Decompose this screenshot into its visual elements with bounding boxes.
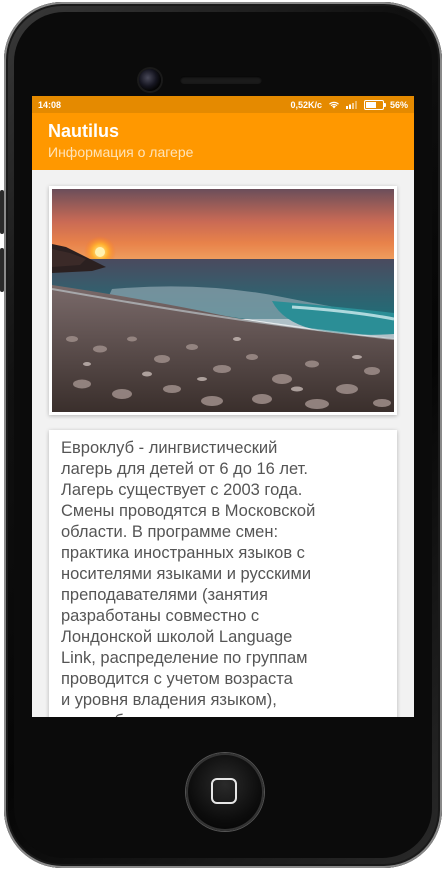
phone-screen: 14:08 0,52K/c 56% Nautilus Информация о … xyxy=(32,96,414,717)
status-icons: 0,52K/c 56% xyxy=(290,99,408,110)
home-square-icon xyxy=(211,778,237,804)
camp-description: Евроклуб - лингвистический лагерь для де… xyxy=(61,439,316,717)
signal-icon xyxy=(345,101,357,109)
volume-button xyxy=(0,190,4,234)
app-title: Nautilus xyxy=(48,121,120,141)
wifi-icon xyxy=(329,101,339,109)
camp-photo xyxy=(52,189,394,412)
photo-card xyxy=(49,186,397,415)
volume-button-2 xyxy=(0,248,4,292)
home-button[interactable] xyxy=(186,753,264,831)
app-subtitle: Информация о лагере xyxy=(48,144,194,160)
front-camera xyxy=(139,69,161,91)
status-bar: 14:08 0,52K/c 56% xyxy=(32,96,414,113)
app-bar: Nautilus Информация о лагере xyxy=(32,113,414,170)
earpiece-speaker xyxy=(180,76,262,84)
network-speed: 0,52K/c xyxy=(290,99,322,110)
status-time: 14:08 xyxy=(38,99,62,110)
content-area[interactable]: Евроклуб - лингвистический лагерь для де… xyxy=(32,170,414,717)
battery-percent: 56% xyxy=(389,99,408,110)
description-card: Евроклуб - лингвистический лагерь для де… xyxy=(49,430,397,717)
battery-icon xyxy=(363,99,386,110)
